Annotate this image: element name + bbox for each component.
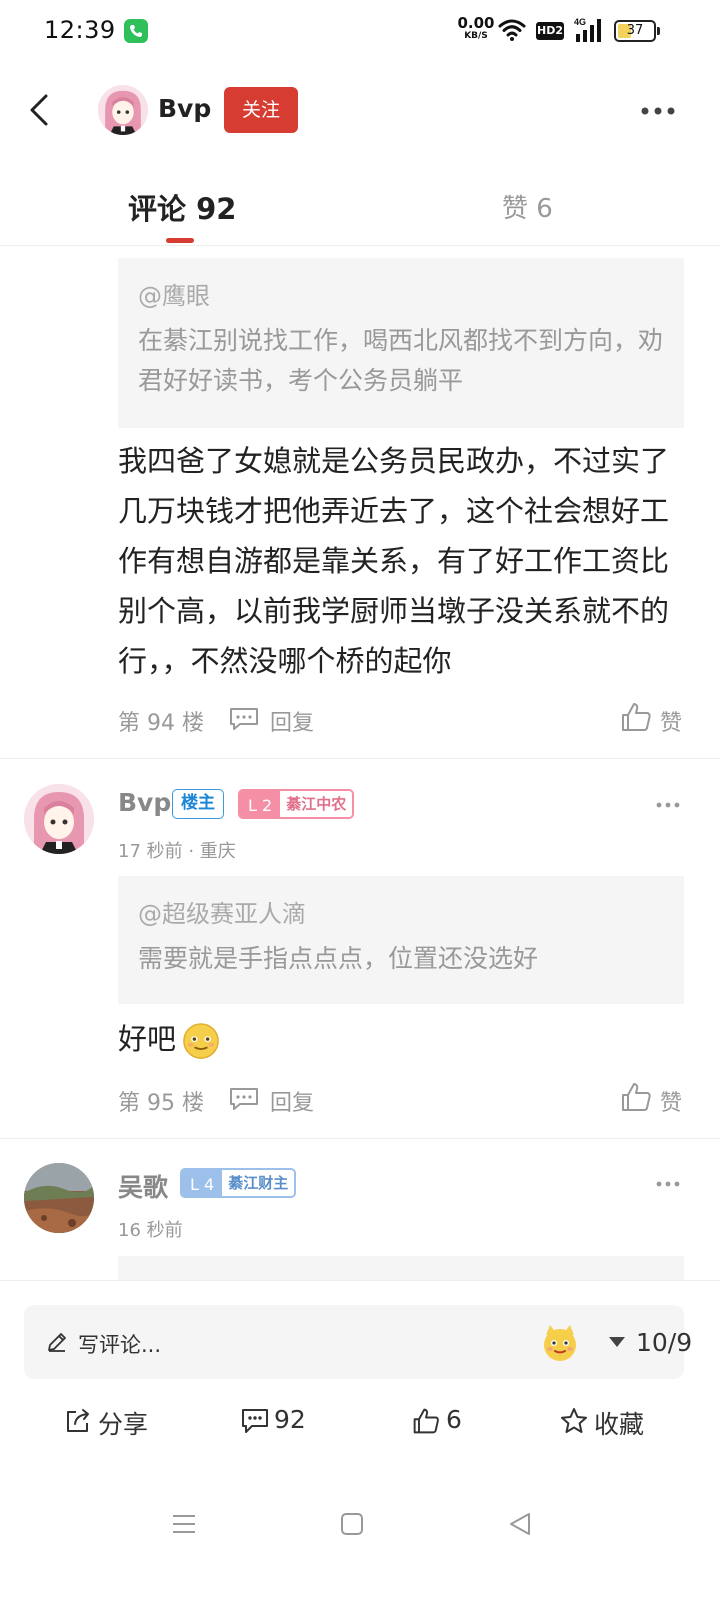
phone-call-icon bbox=[124, 19, 148, 43]
commenter-name[interactable]: 吴歌 bbox=[118, 1168, 168, 1204]
comment-more-icon[interactable] bbox=[656, 802, 680, 808]
signal-4g-icon: 4G bbox=[574, 17, 601, 42]
thumbs-up-icon bbox=[622, 703, 651, 731]
comment-meta: 16 秒前 bbox=[118, 1220, 183, 1241]
divider bbox=[0, 758, 720, 759]
quote-text: 在綦江别说找工作，喝西北风都找不到方向，劝君好好读书，考个公务员躺平 bbox=[138, 326, 664, 395]
emoji-button-icon[interactable] bbox=[540, 1323, 580, 1363]
reply-button[interactable]: 回复 bbox=[228, 1085, 328, 1116]
comment-count-button[interactable]: 92 bbox=[240, 1405, 320, 1439]
floor-number: 第 95 楼 bbox=[118, 1091, 204, 1116]
reply-icon bbox=[230, 1088, 258, 1110]
level-badge: L 2 綦江中农 bbox=[238, 789, 355, 819]
caret-down-icon[interactable] bbox=[608, 1336, 626, 1348]
like-button[interactable]: 赞 bbox=[620, 703, 686, 736]
comment-icon bbox=[242, 1409, 268, 1433]
wifi-icon bbox=[498, 19, 526, 41]
smile-emoji-icon bbox=[183, 1023, 219, 1059]
collect-button[interactable]: 收藏 bbox=[560, 1405, 660, 1439]
share-button[interactable]: 分享 bbox=[64, 1405, 174, 1439]
chevron-left-icon[interactable] bbox=[24, 90, 56, 130]
commenter-avatar[interactable] bbox=[24, 784, 94, 854]
commenter-avatar[interactable] bbox=[24, 1163, 94, 1233]
hd-icon: HD2 bbox=[536, 22, 564, 40]
status-bar: 12:39 0.00 KB/S HD2 4G 37 bbox=[0, 0, 720, 64]
battery-icon: 37 bbox=[614, 20, 660, 42]
like-count-button[interactable]: 6 bbox=[412, 1405, 472, 1439]
comment-text: 我四爸了女媳就是公务员民政办，不过实了几万块钱才把他弄近去了，这个社会想好工作有… bbox=[118, 444, 670, 678]
quoted-comment[interactable]: @超级赛亚人滴 需要就是手指点点点，位置还没选好 bbox=[118, 876, 684, 1004]
quote-author: @超级赛亚人滴 bbox=[138, 900, 306, 928]
comment-meta: 17 秒前 · 重庆 bbox=[118, 841, 236, 862]
op-badge: 楼主 bbox=[172, 789, 224, 819]
author-name[interactable]: Bvp bbox=[158, 94, 211, 123]
tab-comments[interactable]: 评论 92 bbox=[128, 186, 236, 228]
net-speed: 0.00 KB/S bbox=[457, 14, 495, 41]
menu-icon[interactable] bbox=[170, 1510, 198, 1538]
reply-button[interactable]: 回复 bbox=[228, 705, 328, 736]
more-dots-icon[interactable] bbox=[640, 106, 676, 116]
thumbs-up-icon bbox=[622, 1083, 651, 1111]
page-indicator[interactable]: 10/9 bbox=[636, 1328, 692, 1357]
like-button[interactable]: 赞 bbox=[620, 1083, 686, 1116]
comment-input[interactable]: 写评论... 10/9 bbox=[24, 1305, 692, 1379]
divider bbox=[0, 1138, 720, 1139]
floor-number: 第 94 楼 bbox=[118, 711, 204, 736]
share-icon bbox=[67, 1409, 89, 1432]
comment-text: 好吧 bbox=[118, 1022, 177, 1056]
pencil-icon bbox=[48, 1333, 66, 1352]
tab-likes[interactable]: 赞 6 bbox=[502, 188, 553, 225]
status-time: 12:39 bbox=[44, 16, 116, 44]
tab-active-indicator bbox=[166, 238, 194, 243]
system-nav-bar bbox=[0, 1490, 720, 1600]
thumbs-up-icon bbox=[413, 1408, 439, 1434]
quote-author: @鹰眼 bbox=[138, 282, 210, 310]
level-badge: L 4 綦江财主 bbox=[180, 1168, 297, 1198]
quoted-comment[interactable]: @鹰眼 在綦江别说找工作，喝西北风都找不到方向，劝君好好读书，考个公务员躺平 bbox=[118, 258, 684, 428]
svg-text:4G: 4G bbox=[574, 17, 586, 27]
home-square-icon[interactable] bbox=[338, 1510, 366, 1538]
author-avatar[interactable] bbox=[98, 85, 148, 135]
reply-icon bbox=[230, 708, 258, 730]
comment-input-placeholder: 写评论... bbox=[78, 1333, 162, 1357]
follow-button[interactable]: 关注 bbox=[224, 87, 298, 133]
comment-more-icon[interactable] bbox=[656, 1181, 680, 1187]
quote-text: 需要就是手指点点点，位置还没选好 bbox=[138, 944, 539, 973]
star-icon bbox=[561, 1408, 587, 1433]
back-triangle-icon[interactable] bbox=[506, 1510, 534, 1538]
commenter-name[interactable]: Bvp bbox=[118, 788, 171, 817]
comment-body: 好吧 bbox=[118, 1014, 688, 1064]
post-header: Bvp 关注 bbox=[0, 70, 720, 150]
tab-bar: 评论 92 赞 6 bbox=[0, 160, 720, 246]
